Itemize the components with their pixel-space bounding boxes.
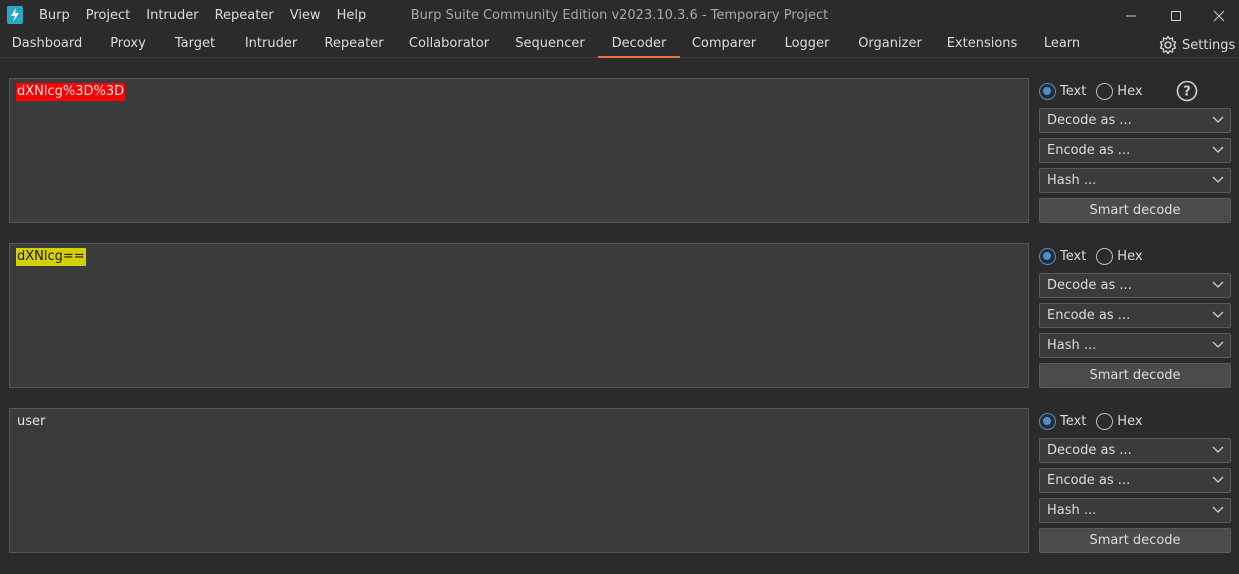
- decoder-editor-3[interactable]: user: [9, 408, 1029, 553]
- tab-bar: Dashboard Proxy Target Intruder Repeater…: [0, 32, 1239, 58]
- help-icon[interactable]: ?: [1176, 80, 1198, 102]
- tab-organizer[interactable]: Organizer: [850, 32, 930, 58]
- close-icon: [1213, 10, 1225, 22]
- decoder-editor-2[interactable]: dXNlcg==: [9, 243, 1029, 388]
- menu-project[interactable]: Project: [78, 0, 138, 32]
- encode-as-dropdown-3[interactable]: Encode as ...: [1039, 468, 1231, 493]
- close-button[interactable]: [1196, 0, 1239, 32]
- tab-logger[interactable]: Logger: [776, 32, 838, 58]
- smart-decode-button-3[interactable]: Smart decode: [1039, 528, 1231, 553]
- radio-text-3[interactable]: [1039, 412, 1056, 430]
- tab-decoder[interactable]: Decoder: [598, 32, 680, 58]
- radio-hex-3[interactable]: [1096, 412, 1114, 430]
- chevron-down-icon: [1212, 446, 1224, 453]
- tab-learn[interactable]: Learn: [1036, 32, 1088, 58]
- menu-bar: Burp Project Intruder Repeater View Help: [31, 0, 374, 32]
- chevron-down-icon: [1212, 506, 1224, 513]
- hash-label-2: Hash ...: [1047, 338, 1097, 353]
- chevron-down-icon: [1212, 476, 1224, 483]
- encode-as-label-1: Encode as ...: [1047, 143, 1131, 158]
- minimize-button[interactable]: [1108, 0, 1154, 32]
- hash-dropdown-2[interactable]: Hash ...: [1039, 333, 1231, 358]
- radio-hex-2[interactable]: [1096, 247, 1114, 265]
- tab-sequencer[interactable]: Sequencer: [508, 32, 592, 58]
- tab-extensions[interactable]: Extensions: [942, 32, 1022, 58]
- radio-hex-label-3: Hex: [1117, 413, 1143, 429]
- chevron-down-icon: [1212, 341, 1224, 348]
- svg-text:?: ?: [1183, 85, 1191, 100]
- tab-comparer[interactable]: Comparer: [686, 32, 762, 58]
- editor-content-1: dXNlcg%3D%3D: [16, 83, 126, 101]
- radio-hex-1[interactable]: [1096, 82, 1114, 100]
- menu-intruder[interactable]: Intruder: [138, 0, 206, 32]
- smart-decode-button-2[interactable]: Smart decode: [1039, 363, 1231, 388]
- radio-text-label-3: Text: [1060, 413, 1087, 429]
- decoder-editor-1[interactable]: dXNlcg%3D%3D: [9, 78, 1029, 223]
- hash-label-1: Hash ...: [1047, 173, 1097, 188]
- radio-text-label-1: Text: [1060, 83, 1087, 99]
- settings-label: Settings: [1182, 37, 1236, 53]
- encode-as-label-2: Encode as ...: [1047, 308, 1131, 323]
- chevron-down-icon: [1212, 176, 1224, 183]
- maximize-icon: [1171, 11, 1181, 21]
- tab-proxy[interactable]: Proxy: [98, 32, 158, 58]
- mode-selector-3: Text Hex: [1039, 410, 1153, 432]
- encode-as-label-3: Encode as ...: [1047, 473, 1131, 488]
- radio-text-label-2: Text: [1060, 248, 1087, 264]
- tab-intruder[interactable]: Intruder: [236, 32, 306, 58]
- radio-text-2[interactable]: [1039, 247, 1056, 265]
- mode-selector-1: Text Hex: [1039, 80, 1153, 102]
- title-bar: Burp Project Intruder Repeater View Help…: [0, 0, 1239, 32]
- decode-as-label-2: Decode as ...: [1047, 278, 1132, 293]
- chevron-down-icon: [1212, 146, 1224, 153]
- chevron-down-icon: [1212, 281, 1224, 288]
- editor-content-3: user: [17, 414, 46, 429]
- decode-as-dropdown-2[interactable]: Decode as ...: [1039, 273, 1231, 298]
- maximize-button[interactable]: [1153, 0, 1199, 32]
- settings-button[interactable]: Settings: [1158, 34, 1235, 56]
- hash-dropdown-3[interactable]: Hash ...: [1039, 498, 1231, 523]
- editor-content-2: dXNlcg==: [16, 248, 86, 266]
- radio-text-1[interactable]: [1039, 82, 1056, 100]
- menu-help[interactable]: Help: [329, 0, 375, 32]
- minimize-icon: [1126, 15, 1136, 17]
- hash-dropdown-1[interactable]: Hash ...: [1039, 168, 1231, 193]
- smart-decode-button-1[interactable]: Smart decode: [1039, 198, 1231, 223]
- burp-logo-icon: [7, 6, 23, 24]
- gear-icon: [1159, 35, 1177, 55]
- radio-hex-label-1: Hex: [1117, 83, 1143, 99]
- decode-as-label-1: Decode as ...: [1047, 113, 1132, 128]
- hash-label-3: Hash ...: [1047, 503, 1097, 518]
- menu-view[interactable]: View: [282, 0, 329, 32]
- chevron-down-icon: [1212, 116, 1224, 123]
- decode-as-dropdown-3[interactable]: Decode as ...: [1039, 438, 1231, 463]
- tab-target[interactable]: Target: [165, 32, 225, 58]
- tab-repeater[interactable]: Repeater: [316, 32, 392, 58]
- tab-collaborator[interactable]: Collaborator: [402, 32, 496, 58]
- menu-repeater[interactable]: Repeater: [207, 0, 282, 32]
- mode-selector-2: Text Hex: [1039, 245, 1153, 267]
- decode-as-label-3: Decode as ...: [1047, 443, 1132, 458]
- radio-hex-label-2: Hex: [1117, 248, 1143, 264]
- decode-as-dropdown-1[interactable]: Decode as ...: [1039, 108, 1231, 133]
- menu-burp[interactable]: Burp: [31, 0, 78, 32]
- tab-dashboard[interactable]: Dashboard: [5, 32, 89, 58]
- encode-as-dropdown-1[interactable]: Encode as ...: [1039, 138, 1231, 163]
- encode-as-dropdown-2[interactable]: Encode as ...: [1039, 303, 1231, 328]
- chevron-down-icon: [1212, 311, 1224, 318]
